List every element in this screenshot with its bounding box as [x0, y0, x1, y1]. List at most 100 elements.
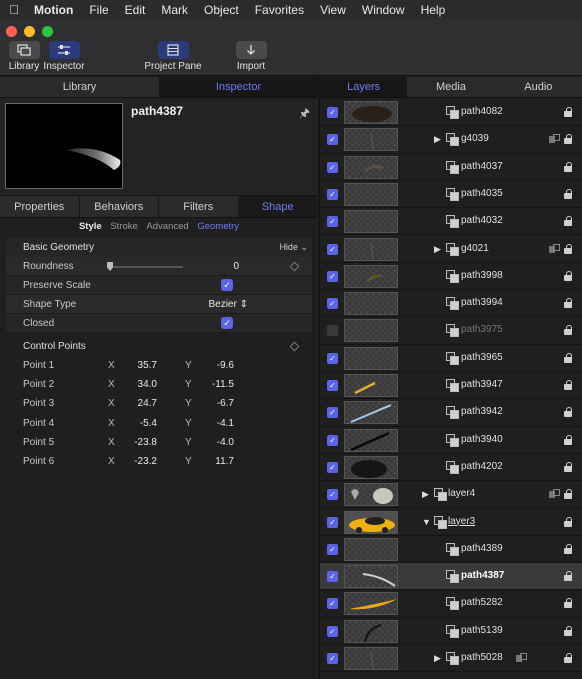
lock-icon[interactable] — [563, 352, 573, 363]
layer-row[interactable]: ✓ path3942 — [320, 399, 582, 427]
point-x-value[interactable]: -23.8 — [117, 437, 157, 448]
disclosure-triangle-closed-icon[interactable]: ▶ — [434, 134, 441, 145]
layer-name[interactable]: path5282 — [461, 597, 503, 608]
point-y-value[interactable]: -4.0 — [194, 437, 234, 448]
lock-icon[interactable] — [563, 188, 573, 199]
tab-properties[interactable]: Properties — [0, 196, 80, 217]
layer-visibility-checkbox[interactable]: ✓ — [327, 653, 338, 664]
layer-row[interactable]: ✓ path4037 — [320, 154, 582, 181]
disclosure-triangle-closed-icon[interactable]: ▶ — [434, 653, 441, 664]
layer-name[interactable]: path3947 — [461, 379, 503, 390]
roundness-value[interactable]: 0 — [196, 261, 239, 272]
layer-name[interactable]: path3965 — [461, 352, 503, 363]
layer-name[interactable]: layer4 — [448, 488, 475, 499]
disclosure-triangle-closed-icon[interactable]: ▶ — [434, 244, 441, 255]
layer-visibility-checkbox[interactable]: ✓ — [327, 188, 338, 200]
layer-name[interactable]: path4389 — [461, 543, 503, 554]
layer-name[interactable]: path3994 — [461, 297, 503, 308]
menu-file[interactable]: File — [81, 3, 116, 17]
tab-library[interactable]: Library — [0, 77, 159, 97]
tab-audio[interactable]: Audio — [495, 77, 582, 97]
segment-stroke[interactable]: Stroke — [110, 221, 137, 232]
zoom-window-button[interactable] — [42, 26, 53, 37]
layer-visibility-checkbox[interactable]: ✓ — [327, 352, 338, 364]
shape-type-popup[interactable]: Bezier ⇕ — [196, 299, 248, 310]
disclosure-triangle-open-icon[interactable]: ▼ — [422, 517, 431, 527]
disclosure-triangle-closed-icon[interactable]: ▶ — [422, 489, 429, 500]
layer-row[interactable]: ✓ path5282 — [320, 590, 582, 618]
layer-name[interactable]: path3940 — [461, 434, 503, 445]
layer-name[interactable]: path4082 — [461, 106, 503, 117]
layer-visibility-checkbox[interactable]: ✓ — [327, 489, 338, 501]
inspector-toolbar-button[interactable]: Inspector — [43, 41, 85, 72]
lock-icon[interactable] — [563, 407, 573, 418]
roundness-slider-knob[interactable] — [107, 262, 113, 271]
layer-row[interactable]: ✓ path3998 — [320, 263, 582, 291]
layer-row[interactable]: ✓ path4032 — [320, 208, 582, 236]
point-y-value[interactable]: -11.5 — [194, 379, 234, 390]
layer-row[interactable]: ✓ ▶ g4039 — [320, 126, 582, 154]
tab-shape[interactable]: Shape — [238, 196, 318, 217]
layer-visibility-checkbox[interactable]: ✓ — [327, 298, 338, 310]
segment-advanced[interactable]: Advanced — [146, 221, 188, 232]
tab-behaviors[interactable]: Behaviors — [80, 196, 159, 217]
menu-edit[interactable]: Edit — [117, 3, 154, 17]
point-x-value[interactable]: -5.4 — [117, 418, 157, 429]
layer-row[interactable]: ✓ ▼ layer3 — [320, 509, 582, 536]
point-x-value[interactable]: 35.7 — [117, 360, 157, 371]
tab-layers[interactable]: Layers — [320, 77, 408, 97]
menu-view[interactable]: View — [312, 3, 354, 17]
roundness-slider-track[interactable] — [107, 266, 183, 268]
layer-visibility-checkbox[interactable]: ✓ — [327, 516, 338, 528]
point-x-value[interactable]: -23.2 — [117, 456, 157, 467]
menu-object[interactable]: Object — [196, 3, 247, 17]
lock-icon[interactable] — [563, 298, 573, 309]
layer-name[interactable]: path3942 — [461, 406, 503, 417]
layer-row[interactable]: ✓ path4202 — [320, 454, 582, 482]
layer-row[interactable]: ✓ path4387 — [320, 563, 582, 591]
point-y-value[interactable]: -4.1 — [194, 418, 234, 429]
layer-row[interactable]: ✓ ▶ path5028 — [320, 645, 582, 673]
layer-visibility-checkbox[interactable]: ✓ — [327, 216, 338, 228]
layer-visibility-checkbox[interactable]: ✓ — [327, 598, 338, 610]
library-toolbar-button[interactable]: Library — [7, 41, 41, 72]
tab-filters[interactable]: Filters — [159, 196, 239, 217]
layer-name[interactable]: g4039 — [461, 133, 489, 144]
menu-favorites[interactable]: Favorites — [247, 3, 312, 17]
layer-row[interactable]: ✓ path3940 — [320, 427, 582, 454]
project-pane-toolbar-button[interactable]: Project Pane — [144, 41, 202, 72]
lock-icon[interactable] — [563, 243, 573, 254]
segment-geometry[interactable]: Geometry — [197, 221, 239, 232]
menu-mark[interactable]: Mark — [153, 3, 196, 17]
layer-name[interactable]: path5028 — [461, 652, 503, 663]
layer-name[interactable]: path4035 — [461, 188, 503, 199]
apple-menu-icon[interactable]:  — [0, 2, 28, 17]
layer-row[interactable]: ✓ path3965 — [320, 345, 582, 372]
lock-icon[interactable] — [563, 325, 573, 336]
lock-icon[interactable] — [563, 571, 573, 582]
point-y-value[interactable]: -6.7 — [194, 398, 234, 409]
layer-name[interactable]: layer3 — [448, 516, 475, 527]
layer-name[interactable]: path4387 — [461, 570, 504, 581]
layer-visibility-checkbox[interactable]: ✓ — [327, 107, 338, 118]
lock-icon[interactable] — [563, 434, 573, 445]
layer-row[interactable]: ✓ ▶ g4021 — [320, 236, 582, 263]
layer-name[interactable]: path4202 — [461, 461, 503, 472]
lock-icon[interactable] — [563, 653, 573, 663]
lock-icon[interactable] — [563, 134, 573, 145]
lock-icon[interactable] — [563, 161, 573, 172]
layer-visibility-checkbox[interactable]: ✓ — [327, 461, 338, 473]
preserve-scale-checkbox[interactable]: ✓ — [221, 279, 233, 291]
point-x-value[interactable]: 24.7 — [117, 398, 157, 409]
tab-media[interactable]: Media — [407, 77, 494, 97]
close-window-button[interactable] — [6, 26, 17, 37]
layer-visibility-checkbox[interactable]: ✓ — [327, 543, 338, 555]
lock-icon[interactable] — [563, 270, 573, 281]
point-x-value[interactable]: 34.0 — [117, 379, 157, 390]
layer-visibility-checkbox[interactable]: ✓ — [327, 270, 338, 282]
lock-icon[interactable] — [563, 516, 573, 527]
layer-row[interactable]: ✓ path3947 — [320, 372, 582, 400]
layer-name[interactable]: path3975 — [461, 324, 503, 335]
lock-icon[interactable] — [563, 489, 573, 500]
keyframe-diamond-icon[interactable] — [289, 341, 300, 352]
